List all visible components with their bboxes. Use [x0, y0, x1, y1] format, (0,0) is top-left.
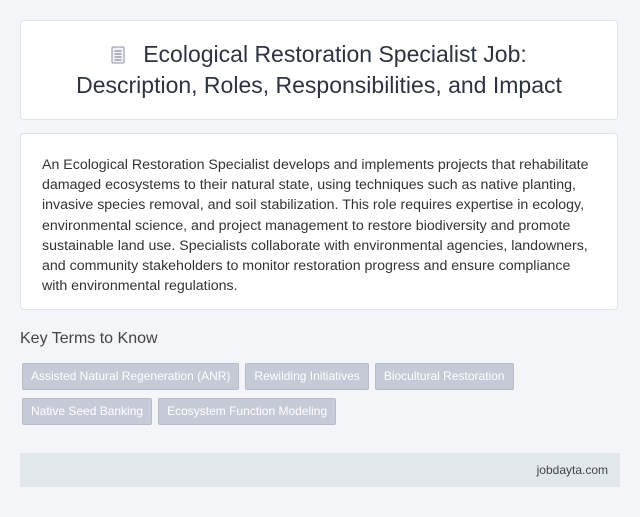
key-terms-tags: Assisted Natural Regeneration (ANR) Rewi… [22, 363, 582, 425]
footer-site-link[interactable]: jobdayta.com [537, 463, 608, 477]
document-icon [111, 46, 125, 64]
tag-biocultural-restoration[interactable]: Biocultural Restoration [374, 363, 514, 390]
page-title: Ecological Restoration Specialist Job: D… [49, 39, 589, 101]
tag-assisted-natural-regeneration[interactable]: Assisted Natural Regeneration (ANR) [22, 363, 240, 390]
tag-rewilding-initiatives[interactable]: Rewilding Initiatives [245, 363, 369, 390]
description-text: An Ecological Restoration Specialist dev… [42, 157, 589, 295]
tag-native-seed-banking[interactable]: Native Seed Banking [22, 398, 153, 425]
tag-ecosystem-function-modeling[interactable]: Ecosystem Function Modeling [158, 398, 337, 425]
footer: jobdayta.com [20, 453, 620, 487]
key-terms-heading: Key Terms to Know [20, 330, 158, 347]
page-title-text: Ecological Restoration Specialist Job: D… [76, 41, 562, 98]
description-card: An Ecological Restoration Specialist dev… [20, 133, 618, 310]
title-card: Ecological Restoration Specialist Job: D… [20, 20, 618, 120]
